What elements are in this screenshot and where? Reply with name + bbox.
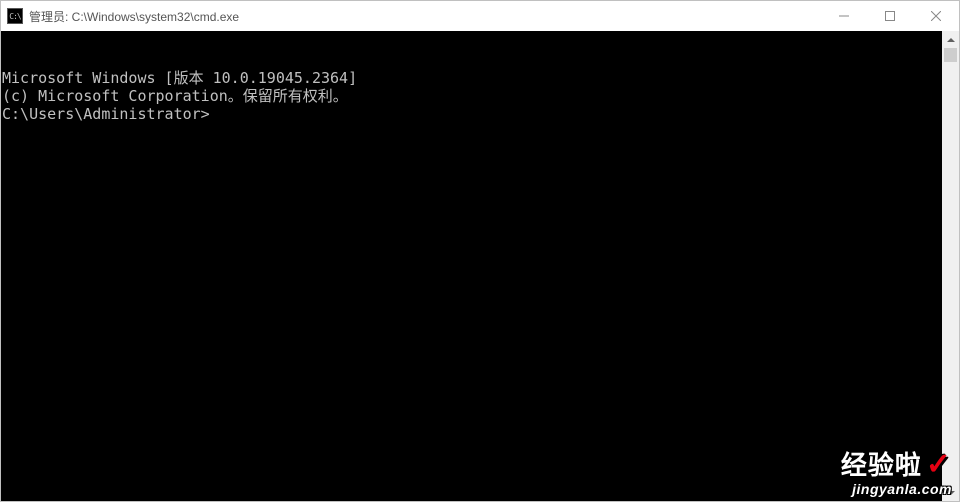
console-output: Microsoft Windows [版本 10.0.19045.2364](c… — [1, 31, 942, 501]
cmd-icon: C:\ — [7, 8, 23, 24]
console-area[interactable]: Microsoft Windows [版本 10.0.19045.2364](c… — [1, 31, 959, 501]
scroll-down-icon[interactable] — [942, 484, 959, 501]
titlebar[interactable]: C:\ 管理员: C:\Windows\system32\cmd.exe — [1, 1, 959, 31]
window-controls — [821, 1, 959, 31]
console-line: Microsoft Windows [版本 10.0.19045.2364] — [2, 69, 942, 87]
scroll-thumb[interactable] — [944, 48, 957, 62]
close-button[interactable] — [913, 1, 959, 31]
cmd-window: C:\ 管理员: C:\Windows\system32\cmd.exe Mic… — [0, 0, 960, 502]
console-line: (c) Microsoft Corporation。保留所有权利。 — [2, 87, 942, 105]
window-title: 管理员: C:\Windows\system32\cmd.exe — [29, 8, 821, 25]
vertical-scrollbar[interactable] — [942, 31, 959, 501]
scroll-up-icon[interactable] — [942, 31, 959, 48]
minimize-button[interactable] — [821, 1, 867, 31]
console-prompt: C:\Users\Administrator> — [2, 105, 942, 123]
maximize-button[interactable] — [867, 1, 913, 31]
